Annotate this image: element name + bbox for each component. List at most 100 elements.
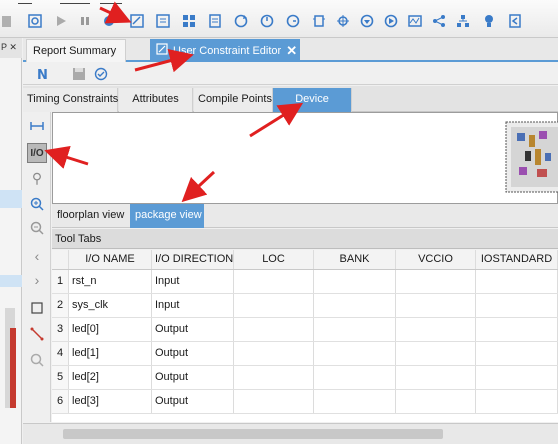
io-direction-cell[interactable]: Output [152,390,234,413]
loc-cell[interactable] [234,270,314,293]
io-view-button[interactable]: I/O [27,143,47,163]
table-row[interactable]: 3 led[0] Output [52,318,558,342]
left-panel-header[interactable]: P ✕ [0,38,22,58]
io-name-cell[interactable]: led[1] [69,342,152,365]
io-name-cell[interactable]: rst_n [69,270,152,293]
chevron-right-icon[interactable]: › [27,270,47,290]
iostandard-cell[interactable] [476,366,558,389]
cycle-icon[interactable] [258,12,276,30]
tab-package-view[interactable]: package view [130,204,204,228]
chevron-left-icon[interactable]: ‹ [27,246,47,266]
tab-device[interactable]: Device [273,88,352,112]
table-row[interactable]: 2 sys_clk Input [52,294,558,318]
bug-icon[interactable] [334,12,352,30]
io-name-cell[interactable]: sys_clk [69,294,152,317]
left-panel-selected-item[interactable] [0,190,22,208]
vccio-cell[interactable] [396,342,476,365]
loc-cell[interactable] [234,342,314,365]
col-header-bank[interactable]: BANK [314,250,396,269]
close-icon[interactable]: ✕ [286,43,297,59]
document-icon[interactable] [206,12,224,30]
pause-icon[interactable] [76,12,94,30]
new-icon[interactable]: N [35,66,51,82]
io-name-cell[interactable]: led[2] [69,366,152,389]
bank-cell[interactable] [314,342,396,365]
bulb-icon[interactable] [480,12,498,30]
table-row[interactable]: 1 rst_n Input [52,270,558,294]
tab-user-constraint-editor[interactable]: User Constraint Editor ✕ [150,39,300,62]
io-direction-cell[interactable]: Output [152,342,234,365]
magnify-icon[interactable] [27,350,47,370]
table-row[interactable]: 5 led[2] Output [52,366,558,390]
iostandard-cell[interactable] [476,318,558,341]
tab-timing-constraints[interactable]: Timing Constraints [23,88,118,112]
row-number: 6 [52,390,69,413]
vccio-cell[interactable] [396,270,476,293]
package-chip-image[interactable] [505,121,558,193]
zoom-in-icon[interactable] [27,194,47,214]
bank-cell[interactable] [314,366,396,389]
run-icon[interactable] [52,12,70,30]
bank-cell[interactable] [314,294,396,317]
loc-cell[interactable] [234,294,314,317]
scrollbar-thumb[interactable] [63,429,443,439]
flag-icon[interactable] [506,12,524,30]
col-header-iostandard[interactable]: IOSTANDARD [476,250,558,269]
col-header-io-name[interactable]: I/O NAME [69,250,152,269]
bank-cell[interactable] [314,390,396,413]
vccio-cell[interactable] [396,390,476,413]
route-icon[interactable] [27,324,47,344]
tree-icon[interactable] [454,12,472,30]
io-name-cell[interactable]: led[0] [69,318,152,341]
debug-icon[interactable] [310,12,328,30]
clock-icon[interactable] [284,12,302,30]
iostandard-cell[interactable] [476,390,558,413]
report-icon[interactable] [154,12,172,30]
vccio-cell[interactable] [396,294,476,317]
table-row[interactable]: 4 led[1] Output [52,342,558,366]
device-canvas[interactable] [52,112,558,204]
loc-cell[interactable] [234,318,314,341]
col-header-io-direction[interactable]: I/O DIRECTION [152,250,234,269]
check-icon[interactable] [93,66,109,82]
io-name-cell[interactable]: led[3] [69,390,152,413]
select-box-icon[interactable] [27,298,47,318]
io-direction-cell[interactable]: Output [152,366,234,389]
tab-report-summary[interactable]: Report Summary [26,39,126,62]
io-direction-cell[interactable]: Input [152,270,234,293]
refresh-icon[interactable] [232,12,250,30]
vccio-cell[interactable] [396,318,476,341]
wave-icon[interactable] [406,12,424,30]
search-icon[interactable] [26,12,44,30]
bank-cell[interactable] [314,270,396,293]
table-row[interactable]: 6 led[3] Output [52,390,558,414]
chip-icon[interactable] [180,12,198,30]
tab-attributes[interactable]: Attributes [119,88,193,112]
settings-gear-icon[interactable] [100,12,118,30]
col-header-loc[interactable]: LOC [234,250,314,269]
col-header-vccio[interactable]: VCCIO [396,250,476,269]
horizontal-scrollbar[interactable] [23,423,558,444]
io-direction-cell[interactable]: Output [152,318,234,341]
find-icon[interactable]: ⚲ [27,168,47,188]
fit-width-icon[interactable] [27,116,47,136]
loc-cell[interactable] [234,390,314,413]
zoom-out-icon[interactable] [27,218,47,238]
share-icon[interactable] [430,12,448,30]
export-icon[interactable] [382,12,400,30]
left-panel-selected-item-2[interactable] [0,275,22,287]
open-icon[interactable] [0,12,18,30]
download-icon[interactable] [358,12,376,30]
save-icon[interactable] [71,66,87,82]
iostandard-cell[interactable] [476,270,558,293]
bank-cell[interactable] [314,318,396,341]
loc-cell[interactable] [234,366,314,389]
iostandard-cell[interactable] [476,342,558,365]
tab-floorplan-view[interactable]: floorplan view [52,204,129,228]
edit-icon[interactable] [128,12,146,30]
tab-compile-points[interactable]: Compile Points [194,88,273,112]
vccio-cell[interactable] [396,366,476,389]
io-direction-cell[interactable]: Input [152,294,234,317]
iostandard-cell[interactable] [476,294,558,317]
editor-toolbar: N [23,63,558,85]
